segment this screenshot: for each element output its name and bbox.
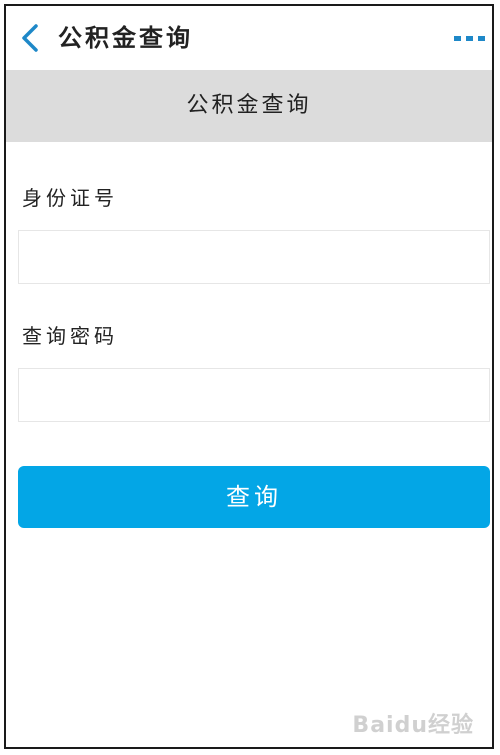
back-button[interactable] [16,20,44,56]
banner-title: 公积金查询 [186,93,312,118]
header-banner: 公积金查询 [6,70,492,142]
id-number-input[interactable] [18,230,490,284]
baidu-watermark: Baidu经验 [352,713,474,738]
query-password-label: 查询密码 [22,324,118,348]
more-dots-icon [454,36,485,41]
top-navbar: 公积金查询 [6,6,492,70]
query-button[interactable]: 查询 [18,466,490,528]
page-title: 公积金查询 [58,23,193,52]
chevron-left-icon [22,24,38,52]
more-button[interactable] [452,28,488,48]
id-number-label: 身份证号 [22,186,118,210]
query-password-input[interactable] [18,368,490,422]
app-frame: 公积金查询 公积金查询 身份证号 查询密码 查询 Baidu经验 [4,4,494,749]
